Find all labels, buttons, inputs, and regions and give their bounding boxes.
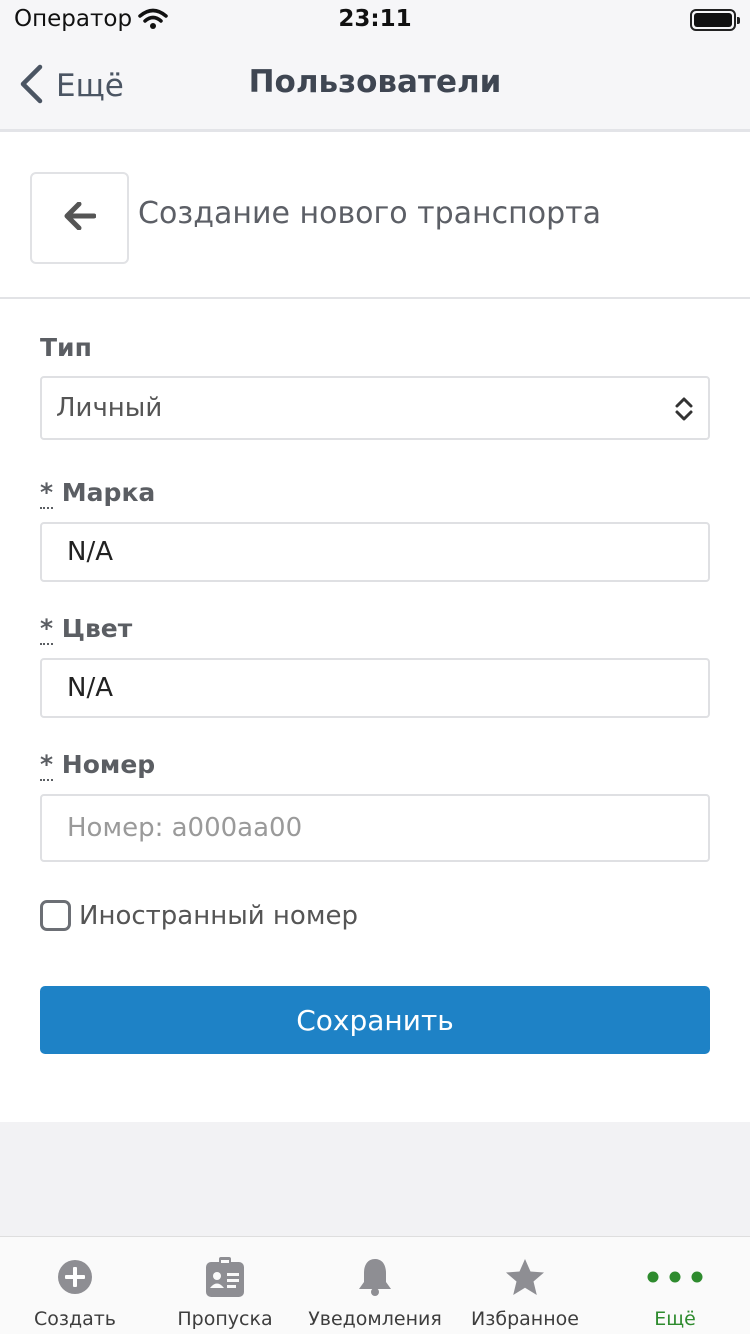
page-title: Пользователи [248,64,502,100]
number-label: * Номер [40,750,156,781]
tab-favorites-label: Избранное [471,1308,579,1330]
number-label-text: Номер [61,750,156,779]
brand-input[interactable]: N/A [40,522,710,582]
foreign-number-checkbox[interactable] [40,900,71,931]
color-input-value: N/A [67,673,113,703]
tab-notifications[interactable]: Уведомления [300,1237,450,1334]
select-arrows-icon [674,396,694,429]
required-mark: * [40,478,54,509]
star-icon [450,1257,600,1297]
required-mark: * [40,750,54,781]
battery-icon [690,9,740,31]
tab-passes-label: Пропуска [177,1308,273,1330]
color-label-text: Цвет [61,614,133,643]
foreign-number-label: Иностранный номер [79,900,358,931]
navigation-bar: Ещё Пользователи [0,40,750,132]
arrow-left-icon [64,201,96,234]
form-title: Создание нового транспорта [138,196,602,231]
form-back-button[interactable] [30,172,129,264]
tab-notifications-label: Уведомления [308,1308,442,1330]
number-input[interactable]: Номер: а000аа00 [40,794,710,862]
type-select-value: Личный [56,393,163,423]
tab-more-label: Ещё [654,1308,696,1330]
save-button-label: Сохранить [296,1003,454,1037]
status-bar: Оператор 23:11 [0,0,750,40]
number-input-placeholder: Номер: а000аа00 [67,813,303,843]
foreign-number-checkbox-row[interactable]: Иностранный номер [40,900,358,931]
form-header: Создание нового транспорта [0,132,750,299]
type-select[interactable]: Личный [40,376,710,440]
more-dots-icon [600,1257,750,1297]
save-button[interactable]: Сохранить [40,986,710,1054]
type-label-text: Тип [40,333,92,362]
required-mark: * [40,614,54,645]
tab-favorites[interactable]: Избранное [450,1237,600,1334]
bell-icon [300,1257,450,1297]
form-panel: Создание нового транспорта Тип Личный * … [0,132,750,1122]
tab-passes[interactable]: Пропуска [150,1237,300,1334]
status-time: 23:11 [338,6,412,32]
brand-input-value: N/A [67,537,113,567]
tab-create[interactable]: Создать [0,1237,150,1334]
plus-circle-icon [0,1257,150,1297]
badge-icon [150,1257,300,1297]
type-label: Тип [40,333,92,362]
tab-more[interactable]: Ещё [600,1237,750,1334]
color-input[interactable]: N/A [40,658,710,718]
tab-create-label: Создать [33,1308,117,1330]
color-label: * Цвет [40,614,133,645]
brand-label-text: Марка [61,478,156,507]
tab-bar: Создать Пропуска Уведомления Избранное Е… [0,1236,750,1334]
brand-label: * Марка [40,478,156,509]
